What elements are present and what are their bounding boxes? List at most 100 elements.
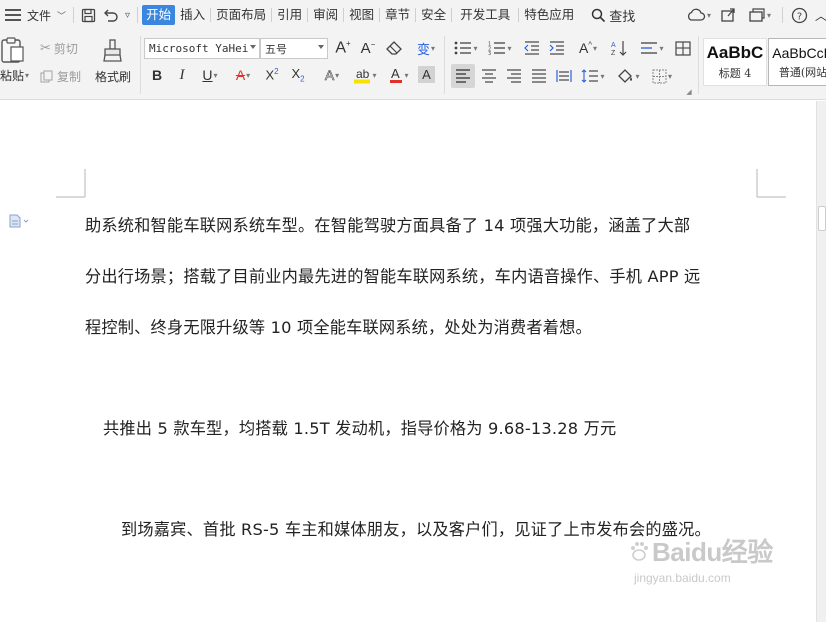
italic-icon: I xyxy=(179,66,185,83)
divider xyxy=(782,7,783,23)
vertical-scrollbar[interactable] xyxy=(816,101,826,622)
paragraph-line[interactable]: 分出行场景；搭载了目前业内最先进的智能车联网系统，车内语音操作、手机 APP 远 xyxy=(85,263,700,287)
watermark: Baidu经验 jingyan.baidu.com xyxy=(628,532,773,585)
scrollbar-thumb[interactable] xyxy=(818,206,826,231)
chevron-down-icon: ▾ xyxy=(335,70,340,80)
tab-developer-tools[interactable]: 开发工具 xyxy=(457,5,513,25)
find-button[interactable]: 查找 xyxy=(591,6,635,25)
tab-page-layout[interactable]: 页面布局 xyxy=(213,5,269,25)
text-effect-icon: A xyxy=(324,67,335,84)
chevron-down-icon: ﹀ xyxy=(57,11,67,22)
format-painter-button[interactable] xyxy=(100,38,126,64)
justify-button[interactable] xyxy=(528,64,550,88)
save-button[interactable] xyxy=(78,4,99,26)
numbered-list-button[interactable]: 123 ▾ xyxy=(486,38,514,58)
decrease-font-size-button[interactable]: A− xyxy=(358,38,378,59)
svg-text:ab: ab xyxy=(356,67,370,81)
sort-button[interactable]: AZ xyxy=(609,37,629,59)
style-heading-4[interactable]: AaBbC 标题 4 xyxy=(703,38,767,86)
tab-view[interactable]: 视图 xyxy=(346,5,377,25)
line-spacing-button[interactable]: ▾ xyxy=(579,64,607,88)
increase-indent-button[interactable] xyxy=(547,38,567,58)
tab-insert[interactable]: 插入 xyxy=(177,5,208,25)
tab-references[interactable]: 引用 xyxy=(274,5,305,25)
font-size-select[interactable]: 五号 xyxy=(260,38,328,59)
cloud-icon xyxy=(687,8,706,21)
underline-button[interactable]: U ▾ xyxy=(197,64,223,86)
phonetic-icon: 变 xyxy=(416,42,430,58)
outdent-icon xyxy=(524,41,539,55)
undo-button[interactable] xyxy=(99,4,122,26)
distributed-align-button[interactable] xyxy=(553,64,575,88)
show-hide-marks-button[interactable] xyxy=(673,38,693,58)
launcher-icon: ◢ xyxy=(686,88,692,96)
shading-icon: A xyxy=(422,67,431,82)
main-menu-button[interactable]: 文件 ﹀ xyxy=(0,4,69,26)
align-right-button[interactable] xyxy=(503,64,525,88)
superscript-button[interactable]: X2 xyxy=(262,64,282,86)
watermark-url: jingyan.baidu.com xyxy=(634,571,731,585)
paste-button[interactable] xyxy=(0,36,26,64)
subscript-icon: X2 xyxy=(291,66,305,84)
bold-button[interactable]: B xyxy=(148,64,166,86)
style-sample-text: AaBbCcD xyxy=(772,45,826,61)
style-name: 标题 4 xyxy=(718,67,752,80)
paste-label-group[interactable]: 粘贴 ▾ xyxy=(0,67,29,84)
divider xyxy=(73,7,75,23)
copy-button[interactable]: 复制 xyxy=(40,68,81,85)
cloud-sync-button[interactable]: ▾ xyxy=(686,4,711,26)
font-name-select[interactable]: Microsoft YaHei xyxy=(144,38,260,59)
increase-font-size-button[interactable]: A+ xyxy=(333,38,353,59)
tab-security[interactable]: 安全 xyxy=(418,5,449,25)
cut-button[interactable]: ✂ 剪切 xyxy=(40,40,78,57)
chevron-down-icon: ▾ xyxy=(25,71,30,80)
ribbon-collapse-button[interactable]: ︿ xyxy=(815,4,826,26)
quick-access-dropdown[interactable]: ▿ xyxy=(122,4,133,26)
decrease-indent-button[interactable] xyxy=(522,38,542,58)
paragraph-line[interactable]: 程控制、终身无限升级等 10 项全能车联网系统，处处为消费者着想。 xyxy=(85,314,592,338)
paragraph-settings-launcher[interactable]: ◢ xyxy=(685,88,693,96)
share-button[interactable] xyxy=(720,4,736,26)
divider xyxy=(451,8,453,22)
borders-button[interactable]: ▾ xyxy=(648,64,676,88)
bullet-list-icon xyxy=(455,41,472,55)
tab-special-apps[interactable]: 特色应用 xyxy=(521,5,577,25)
help-button[interactable]: ? xyxy=(791,4,808,26)
clear-format-button[interactable] xyxy=(384,38,404,59)
shading-fill-button[interactable]: ▾ xyxy=(613,64,643,88)
font-color-button[interactable]: A ▾ xyxy=(385,64,413,86)
phonetic-guide-button[interactable]: 变 ▾ xyxy=(412,37,440,59)
style-normal-web[interactable]: AaBbCcD 普通(网站 xyxy=(768,38,826,86)
page-margin-corner-left xyxy=(56,169,86,198)
align-right-icon xyxy=(507,69,521,83)
character-shading-button[interactable]: A xyxy=(418,66,435,83)
chevron-down-icon: ▾ xyxy=(600,71,605,81)
align-left-button[interactable] xyxy=(451,64,475,88)
more-options-button[interactable]: ▾ xyxy=(748,4,771,26)
tab-chapter[interactable]: 章节 xyxy=(382,5,413,25)
italic-button[interactable]: I xyxy=(173,64,191,86)
paragraph-line[interactable]: 助系统和智能车联网系统车型。在智能驾驶方面具备了 14 项强大功能，涵盖了大部 xyxy=(85,212,690,236)
document-icon xyxy=(9,214,29,228)
highlight-color-button[interactable]: ab ▾ xyxy=(350,64,380,86)
paragraph-layout-handle[interactable] xyxy=(8,214,30,231)
chevron-down-icon: ▾ xyxy=(213,70,218,80)
divider xyxy=(379,8,381,22)
strikethrough-button[interactable]: A ▾ xyxy=(229,64,257,86)
tab-review[interactable]: 审阅 xyxy=(310,5,341,25)
bullet-list-button[interactable]: ▾ xyxy=(452,38,480,58)
line-spacing-options-button[interactable]: ▾ xyxy=(638,38,666,58)
align-center-button[interactable] xyxy=(478,64,500,88)
chevron-down-icon: ▾ xyxy=(593,43,598,53)
subscript-button[interactable]: X2 xyxy=(288,64,308,86)
paragraph-line[interactable]: 共推出 5 款车型，均搭载 1.5T 发动机，指导价格为 9.68-13.28 … xyxy=(103,415,616,439)
text-effect-button[interactable]: A ▾ xyxy=(318,64,346,86)
chevron-down-icon: ▾ xyxy=(404,70,409,80)
superscript-icon: X2 xyxy=(265,67,279,83)
change-case-button[interactable]: A^ ▾ xyxy=(574,37,602,59)
clipboard-icon xyxy=(1,37,24,63)
paragraph-line[interactable]: 到场嘉宾、首批 RS-5 车主和媒体朋友，以及客户们，见证了上市发布会的盛况。 xyxy=(121,516,711,540)
chevron-down-icon: ▾ xyxy=(372,70,377,80)
page-margin-corner-right xyxy=(756,169,786,198)
tab-home[interactable]: 开始 xyxy=(142,5,176,25)
